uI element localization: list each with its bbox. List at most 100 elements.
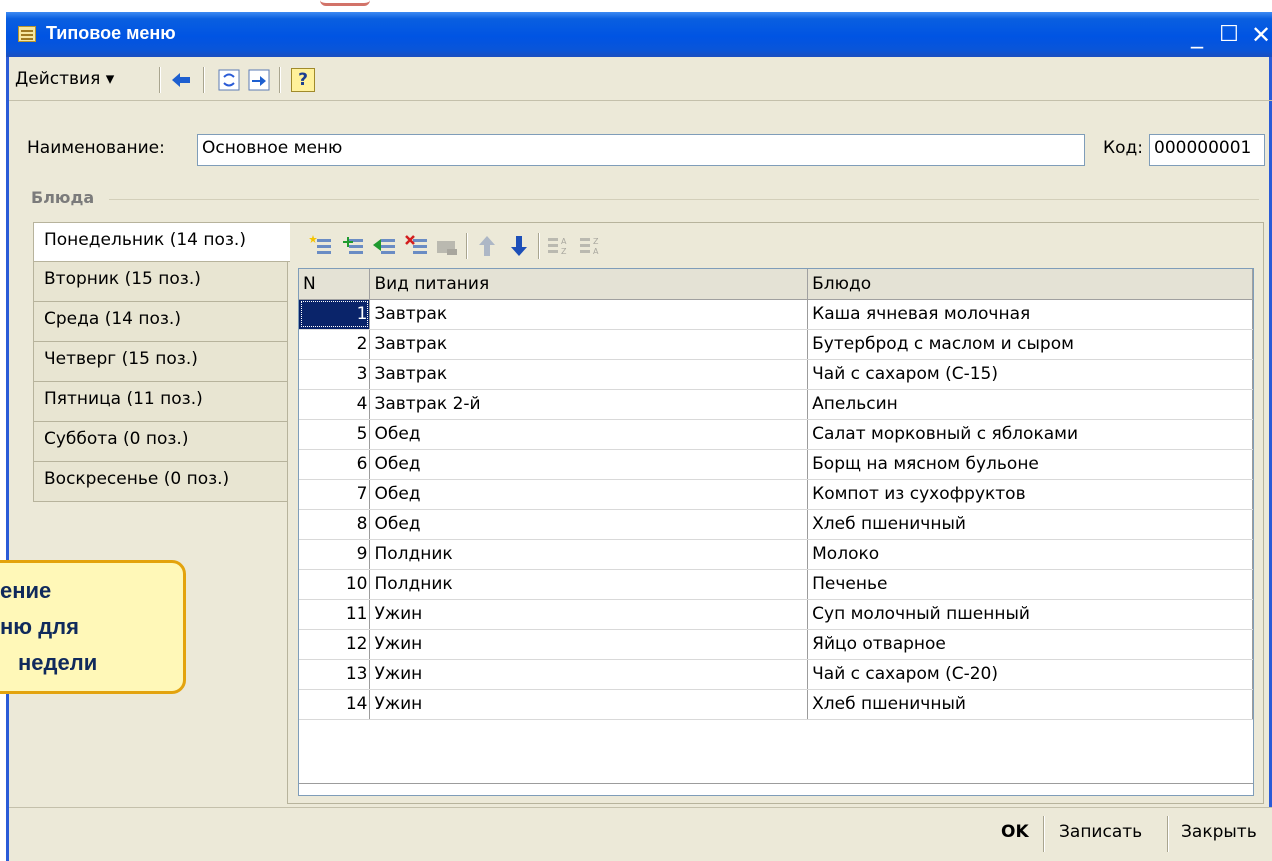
actions-menu[interactable]: Действия ▾ <box>15 69 114 89</box>
table-row[interactable]: 1 Завтрак Каша ячневая молочная <box>299 299 1253 330</box>
cell-meal-type[interactable]: Завтрак <box>369 359 809 390</box>
tab-weekday[interactable]: Четверг (15 поз.) <box>33 342 288 382</box>
ok-button[interactable]: OK <box>1001 822 1029 842</box>
cell-row-number[interactable]: 13 <box>299 659 371 690</box>
sort-descending-icon[interactable]: ZA <box>578 233 604 259</box>
table-row[interactable]: 3 Завтрак Чай с сахаром (С-15) <box>299 359 1253 390</box>
cell-dish[interactable]: Хлеб пшеничный <box>807 689 1253 720</box>
name-label: Наименование: <box>27 138 165 158</box>
cell-meal-type[interactable]: Обед <box>369 479 809 510</box>
grid-footer-line <box>299 783 1253 784</box>
cell-meal-type[interactable]: Обед <box>369 419 809 450</box>
table-row[interactable]: 9 Полдник Молоко <box>299 539 1253 570</box>
column-header-meal-type[interactable]: Вид питания <box>369 269 809 300</box>
table-row[interactable]: 6 Обед Борщ на мясном бульоне <box>299 449 1253 480</box>
form-window: Типовое меню _ ☐ ✕ Действия ▾ ? Наименов… <box>6 12 1272 861</box>
table-row[interactable]: 4 Завтрак 2-й Апельсин <box>299 389 1253 420</box>
cell-dish[interactable]: Печенье <box>807 569 1253 600</box>
cell-dish[interactable]: Компот из сухофруктов <box>807 479 1253 510</box>
cell-row-number[interactable]: 4 <box>299 389 371 420</box>
cell-dish[interactable]: Яйцо отварное <box>807 629 1253 660</box>
code-field[interactable]: 000000001 <box>1149 134 1265 166</box>
save-button[interactable]: Записать <box>1059 822 1142 842</box>
column-header-dish[interactable]: Блюдо <box>807 269 1253 300</box>
move-to-icon[interactable] <box>247 68 271 92</box>
cell-meal-type[interactable]: Обед <box>369 449 809 480</box>
refresh-icon[interactable] <box>217 68 241 92</box>
title-bar[interactable]: Типовое меню _ ☐ ✕ <box>6 12 1272 57</box>
add-row-icon[interactable] <box>308 233 334 259</box>
cell-row-number[interactable]: 5 <box>299 419 371 450</box>
svg-text:A: A <box>593 247 599 256</box>
table-row[interactable]: 14 Ужин Хлеб пшеничный <box>299 689 1253 720</box>
cell-row-number[interactable]: 10 <box>299 569 371 600</box>
table-row[interactable]: 11 Ужин Суп молочный пшенный <box>299 599 1253 630</box>
cell-row-number[interactable]: 12 <box>299 629 371 660</box>
cell-meal-type[interactable]: Обед <box>369 509 809 540</box>
dishes-table[interactable]: N Вид питания Блюдо 1 Завтрак Каша ячневая… <box>298 268 1254 796</box>
callout-line: недели <box>18 650 98 675</box>
cell-meal-type[interactable]: Полдник <box>369 539 809 570</box>
cell-meal-type[interactable]: Ужин <box>369 689 809 720</box>
toolbar-separator <box>159 67 161 93</box>
cell-meal-type[interactable]: Завтрак <box>369 329 809 360</box>
cell-row-number[interactable]: 11 <box>299 599 371 630</box>
delete-row-icon[interactable] <box>404 233 430 259</box>
cell-dish[interactable]: Хлеб пшеничный <box>807 509 1253 540</box>
cell-dish[interactable]: Чай с сахаром (С-20) <box>807 659 1253 690</box>
cell-row-number[interactable]: 7 <box>299 479 371 510</box>
table-row[interactable]: 2 Завтрак Бутерброд с маслом и сыром <box>299 329 1253 360</box>
cell-meal-type[interactable]: Завтрак <box>369 299 809 330</box>
minimize-button[interactable]: _ <box>1182 20 1212 50</box>
move-up-icon[interactable] <box>474 233 500 259</box>
tab-weekday[interactable]: Среда (14 поз.) <box>33 302 288 342</box>
maximize-button[interactable]: ☐ <box>1214 20 1244 50</box>
cell-meal-type[interactable]: Ужин <box>369 599 809 630</box>
cell-dish[interactable]: Апельсин <box>807 389 1253 420</box>
cell-row-number[interactable]: 8 <box>299 509 371 540</box>
tab-weekday[interactable]: Суббота (0 поз.) <box>33 422 288 462</box>
cell-dish[interactable]: Суп молочный пшенный <box>807 599 1253 630</box>
cell-meal-type[interactable]: Ужин <box>369 659 809 690</box>
toolbar-separator <box>279 67 281 93</box>
cell-meal-type[interactable]: Полдник <box>369 569 809 600</box>
cell-meal-type[interactable]: Ужин <box>369 629 809 660</box>
edit-row-icon[interactable] <box>372 233 398 259</box>
cell-row-number[interactable]: 6 <box>299 449 371 480</box>
table-row[interactable]: 13 Ужин Чай с сахаром (С-20) <box>299 659 1253 690</box>
back-arrow-icon[interactable] <box>169 68 193 92</box>
cell-dish[interactable]: Салат морковный с яблоками <box>807 419 1253 450</box>
cell-meal-type[interactable]: Завтрак 2-й <box>369 389 809 420</box>
table-row[interactable]: 7 Обед Компот из сухофруктов <box>299 479 1253 510</box>
cell-row-number[interactable]: 2 <box>299 329 371 360</box>
cell-row-number[interactable]: 3 <box>299 359 371 390</box>
move-down-icon[interactable] <box>506 233 532 259</box>
toolbar-separator <box>203 67 205 93</box>
cell-dish[interactable]: Бутерброд с маслом и сыром <box>807 329 1253 360</box>
cell-row-number[interactable]: 1 <box>299 299 371 330</box>
name-field[interactable]: Основное меню <box>197 134 1085 166</box>
tab-weekday[interactable]: Пятница (11 поз.) <box>33 382 288 422</box>
table-row[interactable]: 5 Обед Салат морковный с яблоками <box>299 419 1253 450</box>
column-header-n[interactable]: N <box>299 269 371 300</box>
cell-dish[interactable]: Каша ячневая молочная <box>807 299 1253 330</box>
tab-weekday[interactable]: Воскресенье (0 поз.) <box>33 462 288 502</box>
tab-weekday[interactable]: Вторник (15 поз.) <box>33 262 288 302</box>
sort-ascending-icon[interactable]: AZ <box>546 233 572 259</box>
end-edit-icon[interactable] <box>434 233 460 259</box>
cell-dish[interactable]: Молоко <box>807 539 1253 570</box>
copy-row-icon[interactable] <box>340 233 366 259</box>
table-row[interactable]: 8 Обед Хлеб пшеничный <box>299 509 1253 540</box>
close-window-button[interactable]: ✕ <box>1246 20 1272 50</box>
cell-row-number[interactable]: 14 <box>299 689 371 720</box>
tab-weekday[interactable]: Понедельник (14 поз.) <box>33 222 290 262</box>
cell-dish[interactable]: Чай с сахаром (С-15) <box>807 359 1253 390</box>
cell-dish[interactable]: Борщ на мясном бульоне <box>807 449 1253 480</box>
table-row[interactable]: 10 Полдник Печенье <box>299 569 1253 600</box>
table-row[interactable]: 12 Ужин Яйцо отварное <box>299 629 1253 660</box>
section-divider <box>109 199 1259 200</box>
help-icon[interactable]: ? <box>291 68 315 92</box>
form-toolbar: Действия ▾ ? <box>9 59 1272 101</box>
close-button[interactable]: Закрыть <box>1181 822 1257 842</box>
cell-row-number[interactable]: 9 <box>299 539 371 570</box>
